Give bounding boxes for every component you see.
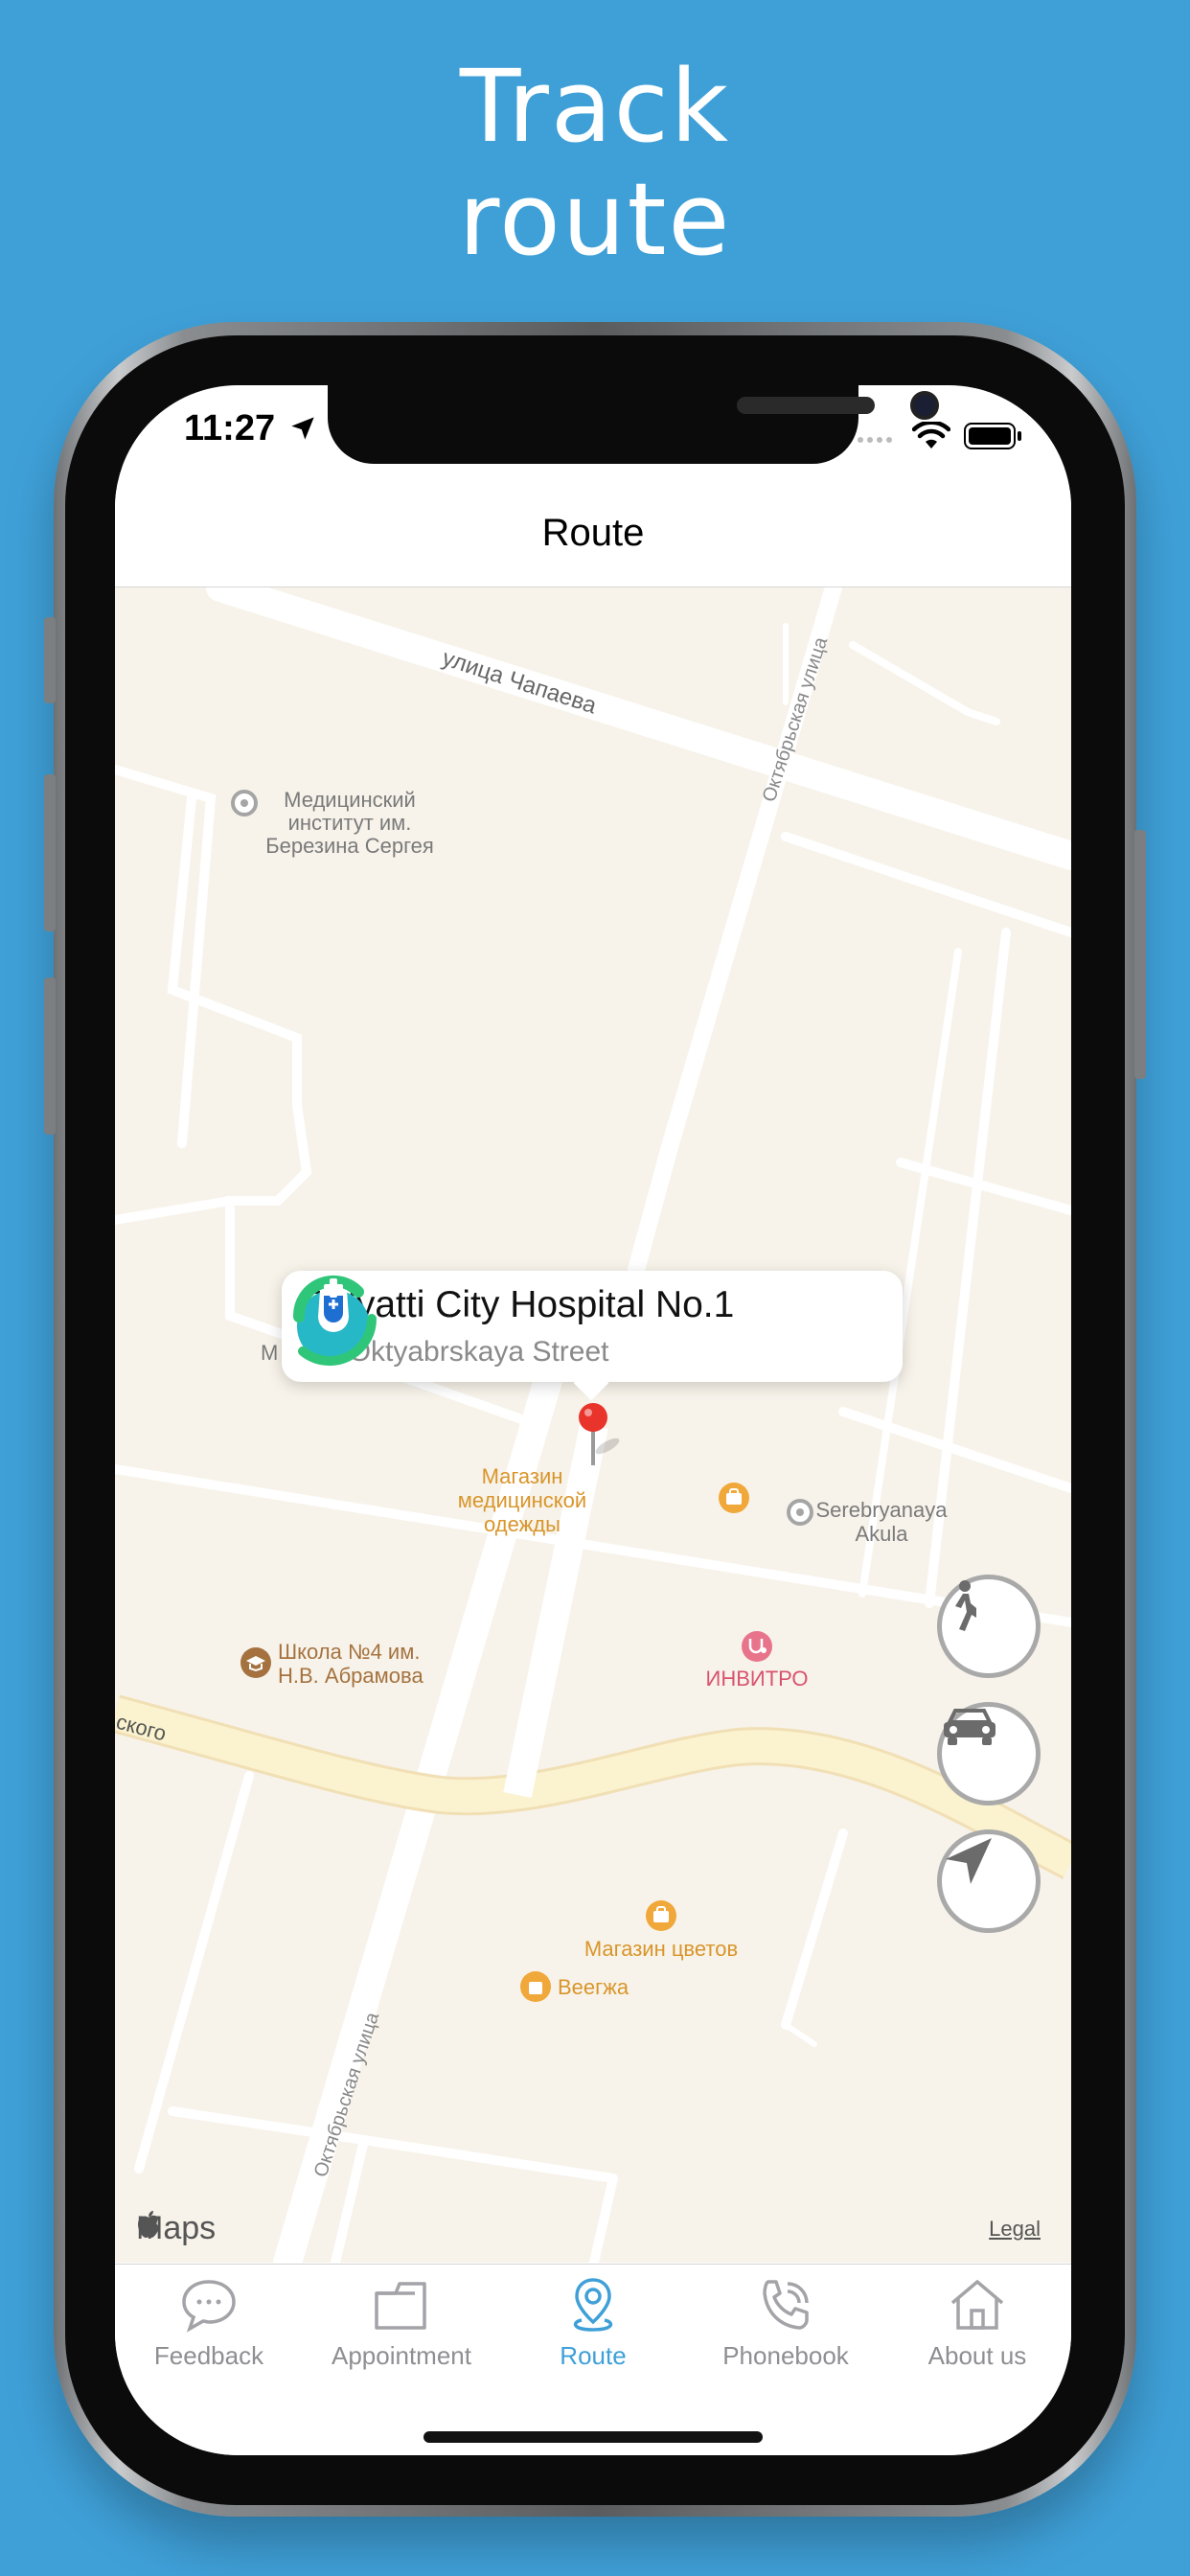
house-icon [950, 2280, 1004, 2330]
location-pin-icon[interactable] [567, 1402, 625, 1479]
point-of-interest-icon [787, 1499, 813, 1526]
poi-medical-institute[interactable]: Медицинский институт им. Березина Сергея [230, 789, 469, 858]
shopping-bag-icon [719, 1870, 753, 1904]
shopping-bag-icon [719, 1483, 749, 1513]
map-view[interactable]: улица Чапаева Октябрьская улица Октябрьс… [115, 587, 1071, 2263]
legal-link[interactable]: Legal [989, 2217, 1041, 2242]
poi-label-line: медицинской [457, 1488, 587, 1512]
poi-flower-shop[interactable]: Магазин цветов [565, 1937, 757, 1962]
location-services-icon [290, 417, 314, 440]
hospital-logo-icon [293, 1275, 378, 1367]
tab-label: Phonebook [722, 2341, 849, 2370]
current-location-button[interactable] [937, 1829, 1041, 1933]
tab-label: Feedback [153, 2341, 264, 2370]
poi-label-line: Н.В. Абрамова [278, 1664, 423, 1688]
map-pin-icon [573, 2278, 613, 2332]
poi-veegzha[interactable]: Веегжа [558, 1975, 629, 2000]
phone-icon [763, 2280, 809, 2330]
phone-power-button [1134, 830, 1146, 1079]
poi-label-line: Akula [855, 1522, 908, 1546]
location-callout[interactable]: Tolyatti City Hospital No.1 68 Oktyabrsk… [282, 1271, 903, 1401]
phone-screen: 11:27 Route улица Чапаева Октябрьская ул… [115, 385, 1071, 2455]
poi-label-line: Веегжа [558, 1975, 629, 1999]
folder-icon [375, 2282, 426, 2330]
poi-label-line: М [261, 1341, 279, 1365]
status-time: 11:27 [184, 408, 316, 449]
front-camera [910, 391, 939, 420]
poi-school[interactable]: Школа №4 им. Н.В. Абрамова [278, 1640, 423, 1688]
apple-logo-icon [138, 2211, 159, 2238]
poi-label-line: Березина Сергея [265, 834, 434, 858]
headline-line-2: route [458, 161, 732, 278]
shopping-bag-icon [646, 1900, 676, 1931]
walking-route-button[interactable] [937, 1575, 1041, 1678]
street-label-chapaeva: улица Чапаева [439, 645, 600, 720]
page-title: Route [541, 512, 645, 554]
poi-label-line: одежды [484, 1512, 561, 1536]
tab-appointment[interactable]: Appointment [306, 2276, 497, 2371]
walk-icon [955, 1580, 976, 1631]
phone-mute-switch [44, 617, 56, 703]
location-arrow-icon [946, 1838, 992, 1884]
poi-label-line: Медицинский [284, 788, 416, 812]
tab-label: Appointment [332, 2341, 471, 2370]
poi-partial-label: М [261, 1341, 278, 1366]
tab-route[interactable]: Route [497, 2276, 689, 2371]
headline: Track route [0, 50, 1190, 276]
poi-label-line: ИНВИТРО [705, 1667, 809, 1690]
notch [328, 385, 939, 464]
headline-line-1: Track [459, 48, 731, 165]
poi-label-line: Магазин цветов [584, 1937, 739, 1961]
phone-volume-down [44, 978, 56, 1135]
navigation-bar: Route [115, 491, 1071, 587]
maps-attribution: Maps [136, 2210, 216, 2247]
chat-bubble-icon [182, 2280, 236, 2333]
tab-about-us[interactable]: About us [881, 2276, 1071, 2371]
point-of-interest-icon [231, 790, 258, 816]
tab-feedback[interactable]: Feedback [115, 2276, 305, 2371]
car-icon [944, 1709, 995, 1745]
poi-label-line: Serebryanaya [815, 1498, 948, 1522]
store-icon [520, 1971, 551, 2002]
status-indicators [857, 422, 1023, 450]
tab-label: Route [560, 2341, 627, 2370]
tab-label: About us [927, 2341, 1027, 2370]
wifi-icon [912, 422, 950, 448]
driving-route-button[interactable] [937, 1702, 1041, 1806]
poi-label-line: институт им. [287, 811, 412, 835]
battery-icon [964, 423, 1021, 449]
medical-lab-icon [742, 1631, 772, 1662]
cellular-signal-icon [858, 437, 892, 443]
tab-bar: Feedback Appointment Route Phonebook Abo… [115, 2264, 1071, 2455]
status-time-text: 11:27 [184, 408, 276, 448]
graduation-cap-icon [240, 1647, 271, 1678]
poi-label-line: Школа №4 им. [278, 1640, 421, 1664]
earpiece-speaker [737, 397, 875, 414]
poi-serebryanaya-akula[interactable]: Serebryanaya Akula [786, 1498, 977, 1546]
phone-volume-up [44, 774, 56, 932]
home-indicator [423, 2431, 763, 2443]
tab-phonebook[interactable]: Phonebook [690, 2276, 881, 2371]
poi-invitro[interactable]: ИНВИТРО [680, 1667, 834, 1691]
